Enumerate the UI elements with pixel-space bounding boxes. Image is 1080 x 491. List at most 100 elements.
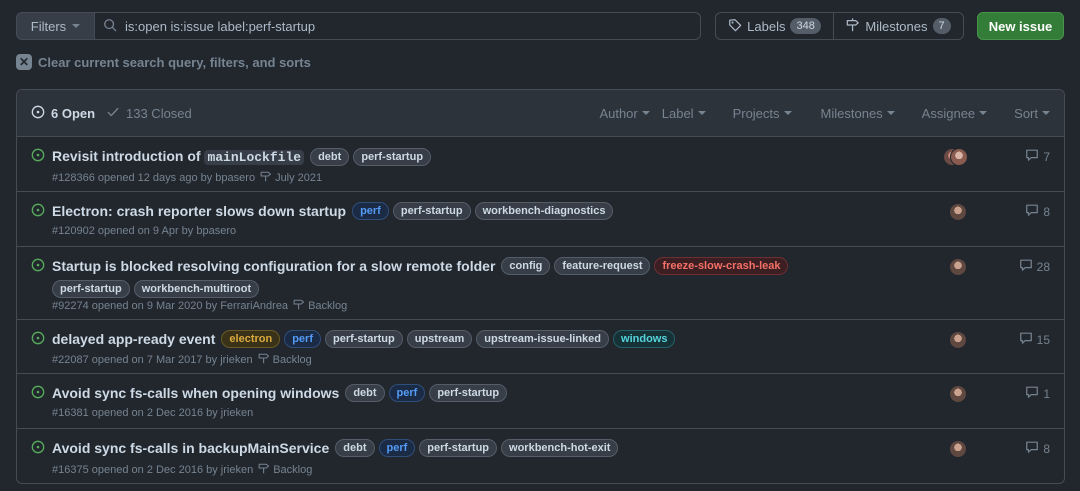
issue-row[interactable]: Electron: crash reporter slows down star…: [17, 192, 1064, 247]
clear-filters-link[interactable]: ✕ Clear current search query, filters, a…: [16, 54, 311, 70]
issue-row[interactable]: Avoid sync fs-calls when opening windows…: [17, 374, 1064, 429]
label-perf-startup[interactable]: perf-startup: [52, 280, 130, 298]
header-filters: Author Label Projects Milestones Assigne…: [599, 106, 1050, 121]
label-electron[interactable]: electron: [221, 330, 281, 348]
issue-milestone-label: Backlog: [273, 463, 313, 476]
chevron-down-icon: [72, 24, 81, 28]
comment-icon: [1025, 148, 1039, 165]
issues-toolbar: Filters Labels 348 Milestones 7 New issu…: [16, 12, 1064, 40]
label-debt[interactable]: debt: [310, 148, 350, 166]
issue-title-code: mainLockfile: [204, 150, 305, 165]
issue-title-line: Startup is blocked resolving configurati…: [52, 256, 812, 298]
new-issue-button[interactable]: New issue: [977, 12, 1064, 40]
comments-link[interactable]: 7: [1025, 148, 1050, 165]
issue-milestone-link[interactable]: Backlog: [293, 298, 347, 313]
issue-title-line: Avoid sync fs-calls when opening windows…: [52, 383, 812, 403]
projects-filter-label: Projects: [732, 105, 780, 121]
labels-count: 348: [790, 18, 821, 34]
issue-milestone-link[interactable]: Backlog: [258, 352, 312, 367]
assignee-avatars[interactable]: [949, 331, 969, 351]
open-issues-tab[interactable]: 6 Open: [31, 105, 95, 122]
label-filter[interactable]: Label: [662, 106, 706, 121]
avatar: [950, 148, 968, 166]
issue-title-link[interactable]: Avoid sync fs-calls when opening windows: [52, 383, 339, 403]
milestone-icon: [260, 170, 272, 185]
issue-row[interactable]: delayed app-ready event electron perf perf-…: [17, 320, 1064, 374]
sort-filter[interactable]: Sort: [1014, 106, 1050, 121]
milestone-icon: [258, 462, 270, 477]
search-input[interactable]: [125, 18, 685, 34]
milestone-icon: [293, 298, 305, 313]
issue-title-link[interactable]: Revisit introduction of mainLockfile: [52, 146, 305, 168]
issue-milestone-label: July 2021: [275, 171, 323, 184]
issue-open-icon: [31, 258, 45, 275]
milestones-filter[interactable]: Milestones: [821, 106, 895, 121]
closed-issues-tab[interactable]: 133 Closed: [106, 105, 192, 122]
label-perf[interactable]: perf: [388, 384, 426, 402]
chevron-down-icon: [886, 111, 895, 115]
issue-title-text: Avoid sync fs-calls when opening windows: [52, 385, 340, 401]
comment-count: 1: [1043, 386, 1050, 401]
label-debt[interactable]: debt: [345, 384, 385, 402]
label-workbench-diagnostics[interactable]: workbench-diagnostics: [474, 202, 614, 220]
label-perf[interactable]: perf: [378, 439, 416, 457]
author-filter[interactable]: Author: [599, 105, 650, 121]
label-workbench-hot-exit[interactable]: workbench-hot-exit: [501, 439, 619, 457]
close-icon: ✕: [16, 54, 32, 70]
comments-link[interactable]: 28: [1019, 258, 1050, 275]
milestones-count: 7: [932, 18, 951, 34]
search-field[interactable]: [94, 12, 701, 40]
comments-link[interactable]: 8: [1025, 203, 1050, 220]
label-upstream-issue-linked[interactable]: upstream-issue-linked: [476, 330, 610, 348]
milestones-link[interactable]: Milestones 7: [834, 13, 963, 39]
comments-link[interactable]: 1: [1025, 385, 1050, 402]
issue-title-link[interactable]: Avoid sync fs-calls in backupMainService: [52, 438, 329, 458]
issue-row[interactable]: Avoid sync fs-calls in backupMainService…: [17, 429, 1064, 483]
comments-link[interactable]: 8: [1025, 440, 1050, 457]
issue-meta: #22087 opened on 7 Mar 2017 by jrieken Ba…: [52, 352, 312, 367]
label-windows[interactable]: windows: [613, 330, 676, 348]
open-count-label: 6 Open: [51, 105, 96, 121]
issue-title-text: Startup is blocked resolving configurati…: [52, 258, 496, 274]
issue-title-text: Avoid sync fs-calls in backupMainService: [52, 440, 330, 456]
filters-button[interactable]: Filters: [16, 12, 95, 40]
sort-filter-label: Sort: [1014, 105, 1038, 121]
issue-row[interactable]: Startup is blocked resolving configurati…: [17, 247, 1064, 320]
milestone-icon: [846, 17, 860, 35]
issue-milestone-link[interactable]: July 2021: [260, 170, 322, 185]
label-feature-request[interactable]: feature-request: [554, 257, 651, 275]
label-config[interactable]: config: [501, 257, 551, 275]
comments-link[interactable]: 15: [1019, 331, 1050, 348]
issue-title-link[interactable]: Electron: crash reporter slows down star…: [52, 201, 346, 221]
issue-open-icon: [31, 385, 45, 402]
label-perf-startup[interactable]: perf-startup: [324, 330, 403, 348]
labels-link[interactable]: Labels 348: [716, 13, 834, 39]
assignee-filter[interactable]: Assignee: [922, 106, 988, 121]
comment-count: 8: [1043, 441, 1050, 456]
assignee-avatars[interactable]: [949, 258, 969, 278]
assignee-avatars[interactable]: [943, 148, 969, 168]
label-debt[interactable]: debt: [335, 439, 375, 457]
avatar: [949, 440, 967, 458]
issues-list-header: 6 Open 133 Closed Author Label Projects …: [17, 90, 1064, 137]
assignee-avatars[interactable]: [949, 203, 969, 223]
issue-title-link[interactable]: delayed app-ready event: [52, 329, 215, 349]
assignee-avatars[interactable]: [949, 440, 969, 460]
label-perf[interactable]: perf: [352, 202, 389, 220]
label-workbench-multiroot[interactable]: workbench-multiroot: [133, 280, 260, 298]
label-perf-startup[interactable]: perf-startup: [392, 202, 471, 220]
projects-filter[interactable]: Projects: [733, 106, 792, 121]
comment-icon: [1025, 203, 1039, 220]
label-perf[interactable]: perf: [284, 330, 321, 348]
label-perf-startup[interactable]: perf-startup: [429, 384, 508, 402]
label-upstream[interactable]: upstream: [406, 330, 473, 348]
label-perf-startup[interactable]: perf-startup: [353, 148, 432, 166]
issue-row[interactable]: Revisit introduction of mainLockfile debt…: [17, 137, 1064, 192]
label-freeze-slow-crash-leak[interactable]: freeze-slow-crash-leak: [654, 257, 789, 275]
label-perf-startup[interactable]: perf-startup: [419, 439, 498, 457]
author-filter-label: Author: [599, 105, 638, 121]
issue-title-link[interactable]: Startup is blocked resolving configurati…: [52, 256, 495, 276]
issue-milestone-link[interactable]: Backlog: [258, 462, 312, 477]
comment-count: 8: [1043, 204, 1050, 219]
assignee-avatars[interactable]: [949, 385, 969, 405]
